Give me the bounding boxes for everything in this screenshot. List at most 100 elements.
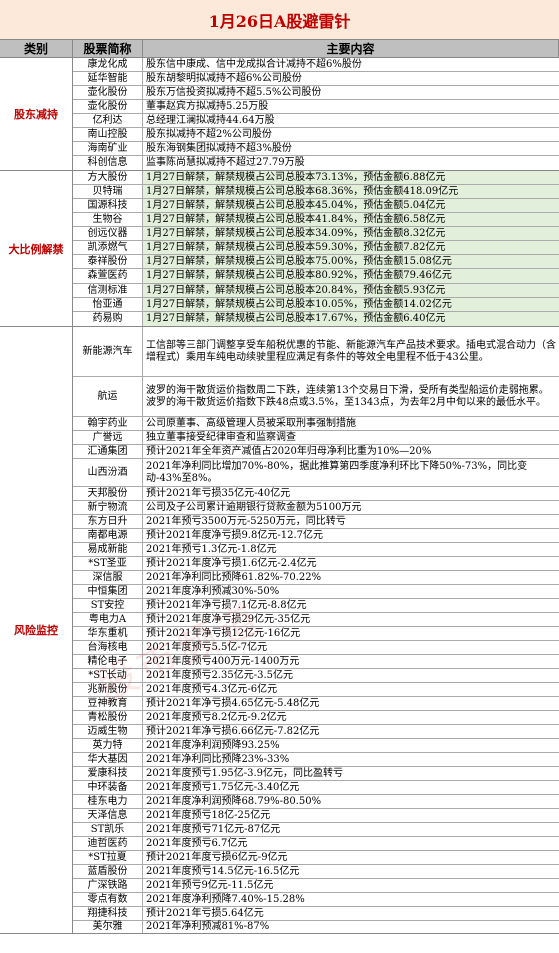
stock-name: 广深铁路 xyxy=(73,879,143,892)
content-cell: 1月27日解禁，解禁规模占公司总股本59.30%，预估金额7.82亿元 xyxy=(143,241,559,254)
table-row: 泰祥股份 1月27日解禁，解禁规模占公司总股本75.00%，预估金额15.08亿元 xyxy=(73,255,559,269)
content-cell: 2021年预亏1.3亿元-1.8亿元 xyxy=(146,543,277,555)
table-row: 迈威生物 预计2021年净亏损6.66亿元-7.82亿元 xyxy=(73,725,559,739)
table-row: 中恒集团 2021年度净利预减30%-50% xyxy=(73,585,559,599)
content-cell: 1月27日解禁，解禁规模占公司总股本17.67%，预估金额6.40亿元 xyxy=(143,312,559,326)
content-cell: 股东万信投资拟减持不超5.5%公司股份 xyxy=(146,86,322,98)
table-row: 壶化股份 股东万信投资拟减持不超5.5%公司股份 xyxy=(73,86,559,100)
stock-name: 华大基因 xyxy=(73,753,143,766)
stock-name: ST凯乐 xyxy=(73,823,143,836)
table-row: 台海核电 2021年度预亏5.5亿-7亿元 xyxy=(73,641,559,655)
stock-name: 青松股份 xyxy=(73,711,143,724)
table-row: 科创信息 监事陈尚慧拟减持不超过27.79万股 xyxy=(73,156,559,170)
stock-name: 延华智能 xyxy=(73,72,143,85)
table-row: 零点有数 2021年度净利预降7.40%-15.28% xyxy=(73,893,559,907)
table-row: 国源科技 1月27日解禁，解禁规模占公司总股本45.04%，预估金额5.04亿元 xyxy=(73,199,559,213)
stock-name: 东方日升 xyxy=(73,515,143,528)
stock-name: 翔捷科技 xyxy=(73,907,143,920)
table-row: 药易购 1月27日解禁，解禁规模占公司总股本17.67%，预估金额6.40亿元 xyxy=(73,312,559,326)
content-cell: 预计2021年净亏损7.1亿元-8.8亿元 xyxy=(146,599,307,611)
content-cell: 股东拟减持不超2%公司股份 xyxy=(146,128,272,140)
stock-name: 桂东电力 xyxy=(73,795,143,808)
stock-name: 方大股份 xyxy=(73,171,143,184)
table-row: 广深铁路 2021年预亏9亿元-11.5亿元 xyxy=(73,879,559,893)
stock-name: 壶化股份 xyxy=(73,86,143,99)
content-cell: 2021年度净利预减30%-50% xyxy=(146,585,280,597)
stock-name: 精伦电子 xyxy=(73,655,143,668)
table-row: 海南矿业 股东海钢集团拟减持不超3%股份 xyxy=(73,142,559,156)
table-row: *ST圣亚 预计2021年度净亏损1.6亿元-2.4亿元 xyxy=(73,557,559,571)
content-cell: 预计2021年全年资产减值占2020年归母净利比重为10%—20% xyxy=(146,445,432,457)
stock-name: 中恒集团 xyxy=(73,585,143,598)
stock-name: 山西汾酒 xyxy=(73,459,143,486)
content-cell: 预计2021年度净亏损9.8亿元-12.7亿元 xyxy=(146,529,323,541)
table-row: 英力特 2021年度净利润预降93.25% xyxy=(73,739,559,753)
table-row: ST凯乐 2021年度预亏71亿元-87亿元 xyxy=(73,823,559,837)
table-row: 怡亚通 1月27日解禁，解禁规模占公司总股本10.05%，预估金额14.02亿元 xyxy=(73,298,559,312)
table-row: 豆神教育 预计2021年净亏损4.65亿元-5.48亿元 xyxy=(73,697,559,711)
table-row: 精伦电子 2021年度预亏400万元-1400万元 xyxy=(73,655,559,669)
content-cell: 1月27日解禁，解禁规模占公司总股本75.00%，预估金额15.08亿元 xyxy=(143,255,559,268)
stock-name: 森萱医药 xyxy=(73,269,143,283)
section-label: 大比例解禁 xyxy=(0,171,73,326)
section-label: 风险监控 xyxy=(0,327,73,933)
content-cell: 工信部等三部门调整享受车船税优惠的节能、新能源汽车产品技术要求。插电式混合动力（… xyxy=(146,339,556,363)
stock-name: 康龙化成 xyxy=(73,58,143,71)
content-cell: 公司原董事、高级管理人员被采取刑事强制措施 xyxy=(146,417,356,429)
table-row: 新宁物流 公司及子公司累计逾期银行贷款金额为5100万元 xyxy=(73,501,559,515)
table-row: 航运 波罗的海干散货运价指数周二下跌，连续第13个交易日下滑，受所有类型船运价走弱… xyxy=(73,377,559,417)
content-cell: 2021年度预亏1.95亿-3.9亿元，同比盈转亏 xyxy=(146,767,343,779)
content-cell: 2021年预亏3500万元-5250万元，同比转亏 xyxy=(146,515,346,527)
stock-name: 南山控股 xyxy=(73,128,143,141)
content-cell: 2021年度预亏14.5亿元-16.5亿元 xyxy=(146,865,300,877)
content-cell: 预计2021年亏损35亿元-40亿元 xyxy=(146,487,291,499)
stock-name: 创远仪器 xyxy=(73,227,143,240)
header-content: 主要内容 xyxy=(143,40,559,57)
content-cell: 波罗的海干散货运价指数周二下跌，连续第13个交易日下滑，受所有类型船运价走弱拖累… xyxy=(146,384,549,408)
table-body: 股东减持 康龙化成 股东信中康成、信中龙成拟合计减持不超6%股份 延华智能 股东胡黎明拟… xyxy=(0,58,559,934)
table-row: 凯添燃气 1月27日解禁，解禁规模占公司总股本59.30%，预估金额7.82亿元 xyxy=(73,241,559,255)
content-cell: 2021年度预亏5.5亿-7亿元 xyxy=(146,641,268,653)
table-row: *ST长动 2021年度预亏2.35亿元-3.5亿元 xyxy=(73,669,559,683)
table-row: 东方日升 2021年预亏3500万元-5250万元，同比转亏 xyxy=(73,515,559,529)
table-row: 信测标准 1月27日解禁，解禁规模占公司总股本20.84%，预估金额5.93亿元 xyxy=(73,284,559,298)
stock-name: 中环装备 xyxy=(73,781,143,794)
content-cell: 2021年度净利润预降68.79%-80.50% xyxy=(146,795,322,807)
stock-name: 生物谷 xyxy=(73,213,143,226)
content-cell: 预计2021年度亏损6亿元-9亿元 xyxy=(146,851,288,863)
table-row: 华大基因 2021年净利同比预降23%-33% xyxy=(73,753,559,767)
table-row: 兆新股份 2021年度预亏4.3亿元-6亿元 xyxy=(73,683,559,697)
content-cell: 2021年度净利润预降93.25% xyxy=(146,739,280,751)
content-cell: 2021年度预亏400万元-1400万元 xyxy=(146,655,300,667)
stock-name: *ST圣亚 xyxy=(73,557,143,570)
content-cell: 总经理江澜拟减持44.64万股 xyxy=(146,114,275,126)
table-row: 深信服 2021年净利同比预降61.82%-70.22% xyxy=(73,571,559,585)
content-cell: 1月27日解禁，解禁规模占公司总股本80.92%，预估金额79.46亿元 xyxy=(143,269,559,283)
stock-name: 国源科技 xyxy=(73,199,143,212)
table-row: 广誉远 独立董事接受纪律审查和监察调查 xyxy=(73,431,559,445)
stock-name: 汇通集团 xyxy=(73,445,143,458)
stock-name: *ST拉夏 xyxy=(73,851,143,864)
table-header: 类别 股票简称 主要内容 xyxy=(0,40,559,58)
content-cell: 2021年度预亏6.7亿元 xyxy=(146,837,248,849)
stock-name: 贝特瑞 xyxy=(73,185,143,198)
content-cell: 2021年预亏9亿元-11.5亿元 xyxy=(146,879,274,891)
content-cell: 2021年度预亏18亿-25亿元 xyxy=(146,809,271,821)
table-row: 方大股份 1月27日解禁，解禁规模占公司总股本73.13%，预估金额6.88亿元 xyxy=(73,171,559,185)
stock-name: 新宁物流 xyxy=(73,501,143,514)
stock-name: 爱康科技 xyxy=(73,767,143,780)
table-row: ST安控 预计2021年净亏损7.1亿元-8.8亿元 xyxy=(73,599,559,613)
stock-name: 壶化股份 xyxy=(73,100,143,113)
table-row: 粤电力A 预计2021年度净亏损29亿元-35亿元 xyxy=(73,613,559,627)
content-cell: 2021年度预亏71亿元-87亿元 xyxy=(146,823,281,835)
stock-name: 兆新股份 xyxy=(73,683,143,696)
content-cell: 1月27日解禁，解禁规模占公司总股本34.09%，预估金额8.32亿元 xyxy=(143,227,559,240)
section: 股东减持 康龙化成 股东信中康成、信中龙成拟合计减持不超6%股份 延华智能 股东胡黎明拟… xyxy=(0,58,559,171)
content-cell: 预计2021年亏损5.64亿元 xyxy=(146,907,264,919)
table-row: 新能源汽车 工信部等三部门调整享受车船税优惠的节能、新能源汽车产品技术要求。插电式… xyxy=(73,327,559,377)
table-row: 蓝盾股份 2021年度预亏14.5亿元-16.5亿元 xyxy=(73,865,559,879)
stock-name: 天泽信息 xyxy=(73,809,143,822)
content-cell: 预计2021年度净亏损29亿元-35亿元 xyxy=(146,613,311,625)
table-row: 生物谷 1月27日解禁，解禁规模占公司总股本41.84%，预估金额6.58亿元 xyxy=(73,213,559,227)
header-category: 类别 xyxy=(0,40,73,57)
